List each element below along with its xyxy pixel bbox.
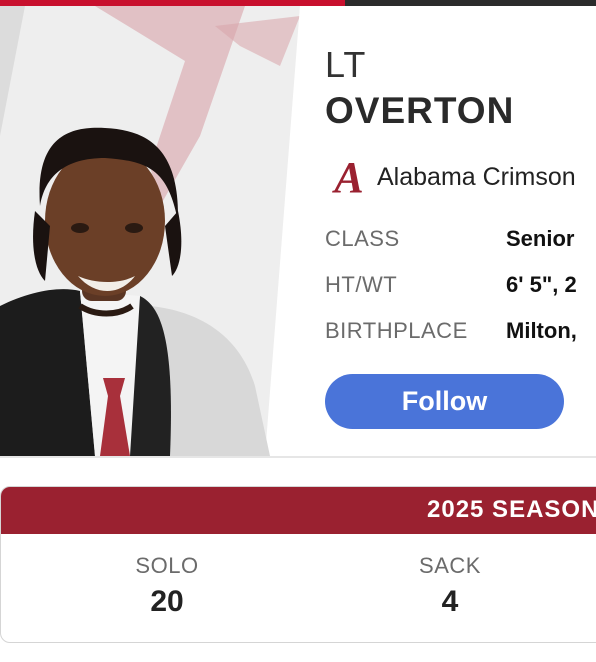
info-row-class: CLASS Senior (325, 224, 574, 254)
section-divider (0, 456, 596, 458)
stat-label-solo: SOLO (135, 553, 199, 578)
follow-button[interactable]: Follow (325, 374, 564, 429)
info-label: BIRTHPLACE (325, 318, 468, 343)
info-row-birthplace: BIRTHPLACE Milton, (325, 316, 577, 346)
season-stats-card: 2025 SEASON SOLO 20 SACK 4 (0, 486, 596, 643)
info-value: Senior (506, 226, 575, 251)
info-label: CLASS (325, 226, 400, 251)
season-title: 2025 SEASON (427, 496, 596, 523)
player-position: LT (325, 44, 367, 85)
info-row-height-weight: HT/WT 6' 5", 2 (325, 270, 577, 300)
team-logo-icon: A (331, 153, 363, 202)
info-value: 6' 5", 2 (506, 272, 577, 297)
team-link[interactable]: A Alabama Crimson (325, 152, 576, 202)
info-value: Milton, (506, 318, 577, 343)
stat-value-solo: 20 (150, 585, 184, 618)
team-name: Alabama Crimson (377, 162, 576, 191)
stat-label-sack: SACK (419, 553, 481, 578)
stat-value-sack: 4 (441, 585, 459, 618)
info-label: HT/WT (325, 272, 398, 297)
team-logo-letter: A (331, 153, 363, 202)
player-headshot (0, 6, 330, 456)
player-name: OVERTON (325, 90, 515, 131)
season-stats-header: 2025 SEASON (1, 487, 596, 534)
